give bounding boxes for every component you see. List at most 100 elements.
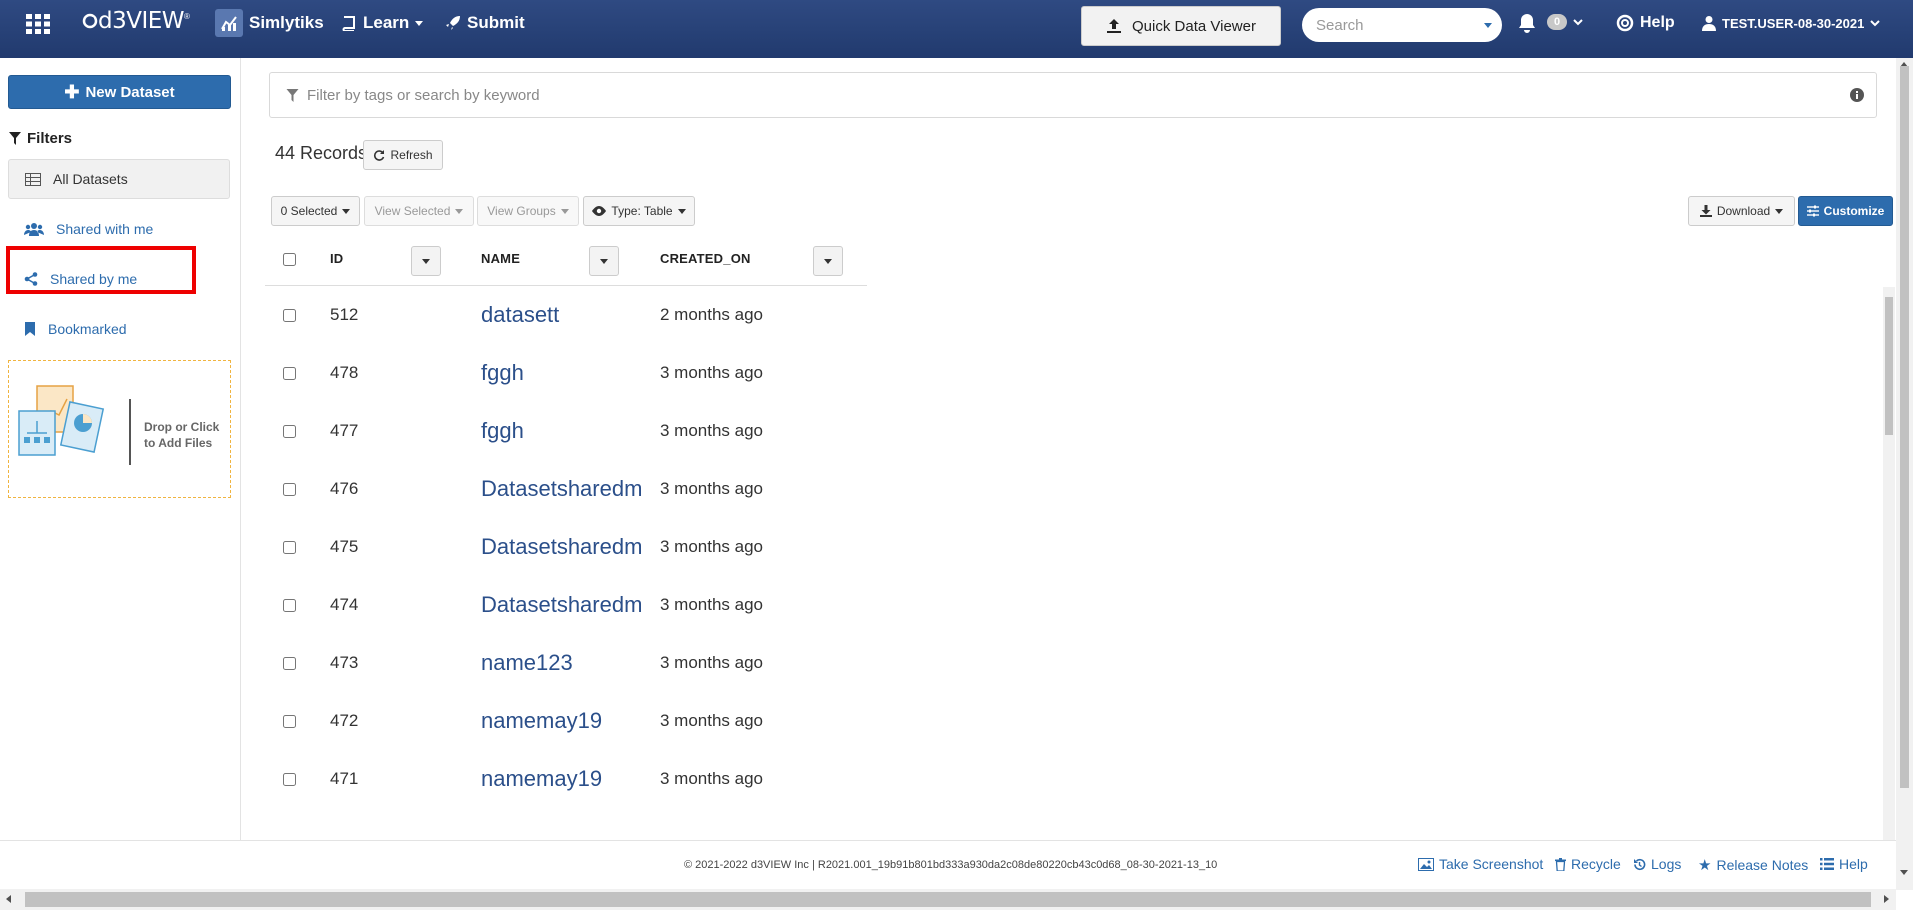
cell-name-link[interactable]: namemay19 <box>481 766 602 792</box>
selected-count-dropdown[interactable]: 0 Selected <box>271 196 360 226</box>
d3view-logo[interactable]: d3VIEW ® <box>82 8 190 34</box>
column-menu-name-button[interactable] <box>589 246 619 276</box>
table-row[interactable]: 476 Datasetsharedm 3 months ago <box>265 476 885 541</box>
release-notes-link[interactable]: ★ Release Notes <box>1698 856 1808 874</box>
user-menu[interactable]: TEST.USER-08-30-2021 <box>1702 0 1881 46</box>
recycle-link[interactable]: Recycle <box>1555 856 1621 872</box>
row-checkbox[interactable] <box>283 367 296 380</box>
chevron-down-icon <box>600 258 608 264</box>
new-dataset-label: New Dataset <box>85 83 175 101</box>
view-selected-button[interactable]: View Selected <box>364 196 474 226</box>
table-row[interactable]: 475 Datasetsharedm 3 months ago <box>265 534 885 599</box>
nav-learn[interactable]: Learn <box>341 0 424 46</box>
cell-name-link[interactable]: Datasetsharedm <box>481 476 642 502</box>
scroll-down-arrow-icon[interactable] <box>1900 870 1908 875</box>
keyword-filter-bar[interactable] <box>269 72 1877 118</box>
row-checkbox[interactable] <box>283 715 296 728</box>
customize-button[interactable]: Customize <box>1798 196 1893 226</box>
logs-link[interactable]: Logs <box>1633 856 1681 872</box>
sliders-icon <box>1806 205 1819 217</box>
scroll-right-arrow-icon[interactable] <box>1884 895 1889 903</box>
column-menu-id-button[interactable] <box>411 246 441 276</box>
footer: © 2021-2022 d3VIEW Inc | R2021.001_19b91… <box>0 840 1896 889</box>
row-checkbox[interactable] <box>283 773 296 786</box>
row-checkbox[interactable] <box>283 483 296 496</box>
customize-label: Customize <box>1823 204 1885 218</box>
file-dropzone[interactable]: Drop or Click to Add Files <box>8 360 231 498</box>
nav-simlytiks[interactable]: Simlytiks <box>215 0 324 46</box>
sidebar-item-all-datasets[interactable]: All Datasets <box>8 159 230 199</box>
column-header-created-on[interactable]: CREATED_ON <box>660 251 751 266</box>
refresh-button[interactable]: Refresh <box>363 140 443 170</box>
footer-copyright: © 2021-2022 d3VIEW Inc | R2021.001_19b91… <box>684 859 1218 871</box>
cell-name-link[interactable]: Datasetsharedm <box>481 592 642 618</box>
cell-name-link[interactable]: datasett <box>481 302 559 328</box>
nav-learn-label: Learn <box>363 13 410 32</box>
scrollbar-thumb[interactable] <box>25 892 1871 907</box>
column-menu-created-on-button[interactable] <box>813 246 843 276</box>
row-checkbox[interactable] <box>283 309 296 322</box>
scrollbar-thumb[interactable] <box>1900 66 1909 788</box>
table-vertical-scrollbar[interactable] <box>1883 287 1895 847</box>
logo-text: d3VIEW <box>98 8 185 34</box>
list-icon <box>1820 858 1834 870</box>
search-dropdown-icon[interactable] <box>1484 22 1492 28</box>
row-checkbox[interactable] <box>283 425 296 438</box>
sidebar-item-shared-by-me[interactable]: Shared by me <box>8 259 230 299</box>
scroll-left-arrow-icon[interactable] <box>6 895 11 903</box>
chevron-down-icon <box>677 208 686 214</box>
cell-name-link[interactable]: name123 <box>481 650 573 676</box>
page-vertical-scrollbar[interactable] <box>1896 58 1913 890</box>
page-horizontal-scrollbar[interactable] <box>0 889 1896 910</box>
logo-swirl-icon <box>82 13 98 29</box>
type-table-dropdown[interactable]: Type: Table <box>583 196 695 226</box>
upload-icon <box>1107 19 1122 33</box>
global-search[interactable] <box>1302 8 1502 42</box>
row-checkbox[interactable] <box>283 657 296 670</box>
sidebar-item-shared-with-me[interactable]: Shared with me <box>8 209 230 249</box>
cell-id: 473 <box>330 653 359 672</box>
table-icon <box>25 172 41 186</box>
nav-submit[interactable]: Submit <box>445 0 525 46</box>
cell-name-link[interactable]: fggh <box>481 418 524 444</box>
bell-icon[interactable] <box>1518 13 1536 33</box>
apps-grid-icon[interactable] <box>26 14 50 34</box>
table-row[interactable]: 478 fggh 3 months ago <box>265 360 885 425</box>
notifications-dropdown[interactable]: 0 <box>1547 14 1583 30</box>
view-groups-button[interactable]: View Groups <box>477 196 579 226</box>
sidebar-item-bookmarked[interactable]: Bookmarked <box>8 309 230 349</box>
type-table-label: Type: Table <box>611 204 673 218</box>
take-screenshot-link[interactable]: Take Screenshot <box>1418 856 1543 872</box>
info-icon[interactable] <box>1850 88 1864 102</box>
search-input[interactable] <box>1314 15 1478 35</box>
select-all-checkbox[interactable] <box>283 253 296 266</box>
column-header-name[interactable]: NAME <box>481 251 520 266</box>
star-icon: ★ <box>1698 857 1712 874</box>
cell-name-link[interactable]: Datasetsharedm <box>481 534 642 560</box>
table-row[interactable]: 471 namemay19 3 months ago <box>265 766 885 831</box>
scrollbar-thumb[interactable] <box>1885 297 1893 435</box>
logs-label: Logs <box>1651 856 1682 872</box>
filter-icon <box>286 88 299 102</box>
nav-help[interactable]: Help <box>1616 0 1675 46</box>
sidebar-item-label: Bookmarked <box>48 321 127 337</box>
chevron-down-icon <box>824 258 832 264</box>
footer-help-link[interactable]: Help <box>1820 856 1868 872</box>
table-row[interactable]: 472 namemay19 3 months ago <box>265 708 885 773</box>
table-row[interactable]: 477 fggh 3 months ago <box>265 418 885 483</box>
keyword-filter-input[interactable] <box>305 85 1809 105</box>
quick-data-viewer-button[interactable]: Quick Data Viewer <box>1081 6 1281 46</box>
download-dropdown[interactable]: Download <box>1688 196 1795 226</box>
new-dataset-button[interactable]: ✚ New Dataset <box>8 75 231 109</box>
table-row[interactable]: 474 Datasetsharedm 3 months ago <box>265 592 885 657</box>
table-row[interactable]: 512 datasett 2 months ago <box>265 302 885 367</box>
column-header-id[interactable]: ID <box>330 251 343 266</box>
download-label: Download <box>1716 204 1771 218</box>
take-screenshot-label: Take Screenshot <box>1439 856 1544 872</box>
row-checkbox[interactable] <box>283 599 296 612</box>
refresh-icon <box>374 150 385 161</box>
cell-name-link[interactable]: namemay19 <box>481 708 602 734</box>
row-checkbox[interactable] <box>283 541 296 554</box>
cell-name-link[interactable]: fggh <box>481 360 524 386</box>
table-row[interactable]: 473 name123 3 months ago <box>265 650 885 715</box>
